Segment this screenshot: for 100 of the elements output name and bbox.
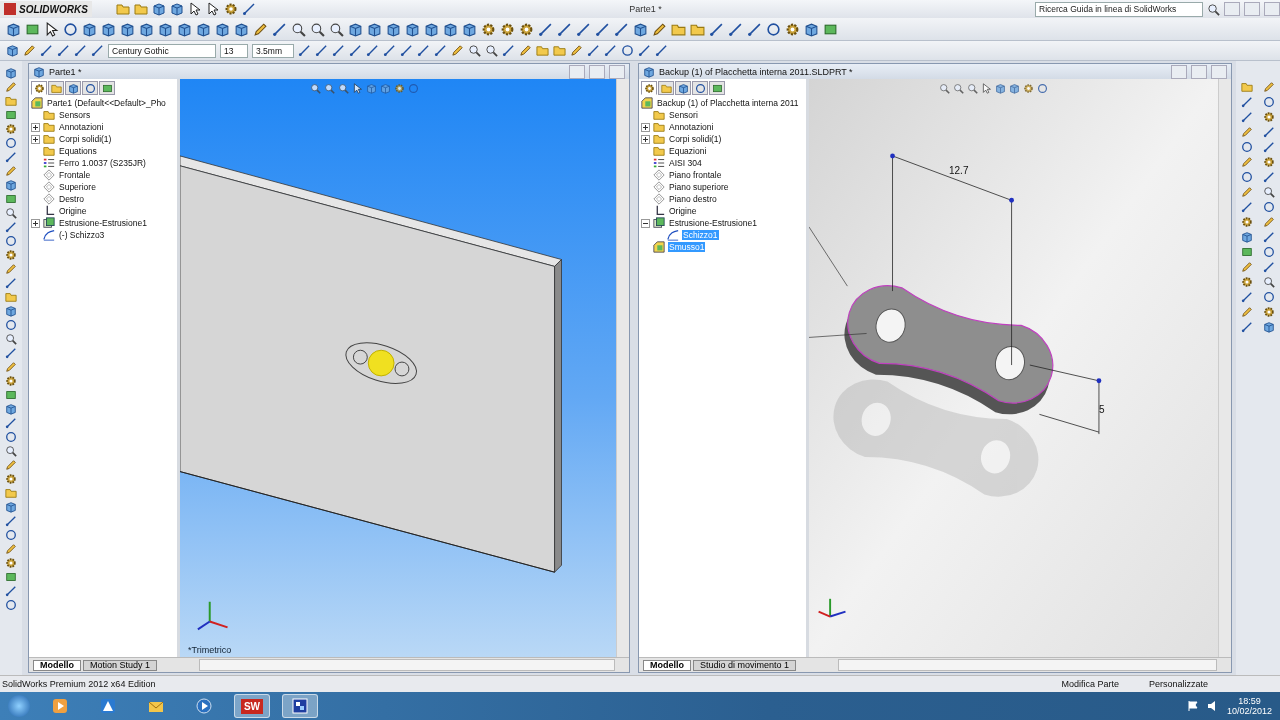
scroll-bar[interactable] xyxy=(838,659,1217,671)
line-icon[interactable] xyxy=(5,585,17,597)
zoom-icon[interactable] xyxy=(5,333,17,345)
folder-icon[interactable] xyxy=(115,2,130,16)
height-field[interactable]: 3.5mm xyxy=(252,43,294,58)
settings-icon[interactable] xyxy=(5,123,17,135)
folder-icon[interactable] xyxy=(5,95,17,107)
circle-icon[interactable] xyxy=(1241,171,1253,183)
line-icon[interactable] xyxy=(1263,261,1275,273)
folder-icon[interactable] xyxy=(553,44,566,57)
cube-icon[interactable] xyxy=(804,21,819,37)
zoom-icon[interactable] xyxy=(967,83,978,94)
pencil-icon[interactable] xyxy=(1241,261,1253,273)
line-icon[interactable] xyxy=(1263,141,1275,153)
tree-root[interactable]: Backup (1) of Placchetta interna 2011 xyxy=(656,98,800,108)
pencil-icon[interactable] xyxy=(451,44,464,57)
pencil-icon[interactable] xyxy=(652,21,667,37)
folder-icon[interactable] xyxy=(133,2,148,16)
cube-icon[interactable] xyxy=(424,21,439,37)
cube-icon[interactable] xyxy=(348,21,363,37)
cube-icon[interactable] xyxy=(169,2,184,16)
pencil-icon[interactable] xyxy=(5,361,17,373)
line-icon[interactable] xyxy=(502,44,515,57)
tree-item[interactable]: Annotazioni xyxy=(58,122,105,132)
circle-icon[interactable] xyxy=(5,137,17,149)
zoom-icon[interactable] xyxy=(5,207,17,219)
circle-icon[interactable] xyxy=(621,44,634,57)
tree-item[interactable]: Sensors xyxy=(58,110,92,120)
cube-icon[interactable] xyxy=(158,21,173,37)
cube-icon[interactable] xyxy=(234,21,249,37)
line-icon[interactable] xyxy=(576,21,591,37)
zoom-icon[interactable] xyxy=(329,21,344,37)
size-field[interactable]: 13 xyxy=(220,43,248,58)
circle-icon[interactable] xyxy=(5,431,17,443)
cube-icon[interactable] xyxy=(151,2,166,16)
circle-icon[interactable] xyxy=(766,21,781,37)
cube-icon[interactable] xyxy=(6,21,21,37)
zoom-icon[interactable] xyxy=(1207,2,1220,16)
line-icon[interactable] xyxy=(1263,171,1275,183)
pencil-icon[interactable] xyxy=(5,543,17,555)
tree-item[interactable]: Piano frontale xyxy=(668,170,723,180)
scroll-bar[interactable] xyxy=(199,659,615,671)
line-icon[interactable] xyxy=(5,347,17,359)
expand-toggle[interactable] xyxy=(641,122,650,132)
zoom-icon[interactable] xyxy=(324,83,335,94)
cursor-icon[interactable] xyxy=(44,21,59,37)
block-icon[interactable] xyxy=(5,571,17,583)
line-icon[interactable] xyxy=(272,21,287,37)
line-icon[interactable] xyxy=(1241,321,1253,333)
cube-icon[interactable] xyxy=(5,67,17,79)
line-icon[interactable] xyxy=(5,417,17,429)
settings-icon[interactable] xyxy=(223,2,238,16)
cube-icon[interactable] xyxy=(1263,321,1275,333)
circle-icon[interactable] xyxy=(5,319,17,331)
cube-icon[interactable] xyxy=(101,21,116,37)
pencil-icon[interactable] xyxy=(1263,81,1275,93)
pencil-icon[interactable] xyxy=(5,459,17,471)
settings-icon[interactable] xyxy=(500,21,515,37)
zoom-icon[interactable] xyxy=(1263,276,1275,288)
cube-icon[interactable] xyxy=(33,65,45,78)
line-icon[interactable] xyxy=(614,21,629,37)
line-icon[interactable] xyxy=(1263,231,1275,243)
cube-icon[interactable] xyxy=(643,65,655,78)
settings-icon[interactable] xyxy=(1263,306,1275,318)
line-icon[interactable] xyxy=(91,44,104,57)
tree-item[interactable]: Equations xyxy=(58,146,98,156)
pencil-icon[interactable] xyxy=(519,44,532,57)
cube-icon[interactable] xyxy=(386,21,401,37)
line-icon[interactable] xyxy=(557,21,572,37)
line-icon[interactable] xyxy=(538,21,553,37)
folder-icon[interactable] xyxy=(536,44,549,57)
cube-icon[interactable] xyxy=(5,305,17,317)
circle-icon[interactable] xyxy=(63,21,78,37)
settings-icon[interactable] xyxy=(394,83,405,94)
tree-item[interactable]: Superiore xyxy=(58,182,97,192)
line-icon[interactable] xyxy=(400,44,413,57)
pencil-icon[interactable] xyxy=(570,44,583,57)
start-button[interactable] xyxy=(8,695,30,717)
tree-item[interactable]: Estrusione-Estrusione1 xyxy=(668,218,758,228)
line-icon[interactable] xyxy=(332,44,345,57)
line-icon[interactable] xyxy=(709,21,724,37)
taskbar-button[interactable] xyxy=(282,694,318,718)
line-icon[interactable] xyxy=(728,21,743,37)
cursor-icon[interactable] xyxy=(205,2,220,16)
sheet-tab[interactable]: Studio di movimento 1 xyxy=(693,659,797,671)
settings-icon[interactable] xyxy=(5,375,17,387)
line-icon[interactable] xyxy=(587,44,600,57)
cube-icon[interactable] xyxy=(5,403,17,415)
pencil-icon[interactable] xyxy=(5,165,17,177)
line-icon[interactable] xyxy=(638,44,651,57)
block-icon[interactable] xyxy=(5,389,17,401)
circle-icon[interactable] xyxy=(1263,246,1275,258)
pencil-icon[interactable] xyxy=(5,263,17,275)
line-icon[interactable] xyxy=(1241,201,1253,213)
cube-icon[interactable] xyxy=(177,21,192,37)
cube-icon[interactable] xyxy=(462,21,477,37)
folder-icon[interactable] xyxy=(5,291,17,303)
line-icon[interactable] xyxy=(1241,96,1253,108)
pencil-icon[interactable] xyxy=(1241,186,1253,198)
line-icon[interactable] xyxy=(655,44,668,57)
